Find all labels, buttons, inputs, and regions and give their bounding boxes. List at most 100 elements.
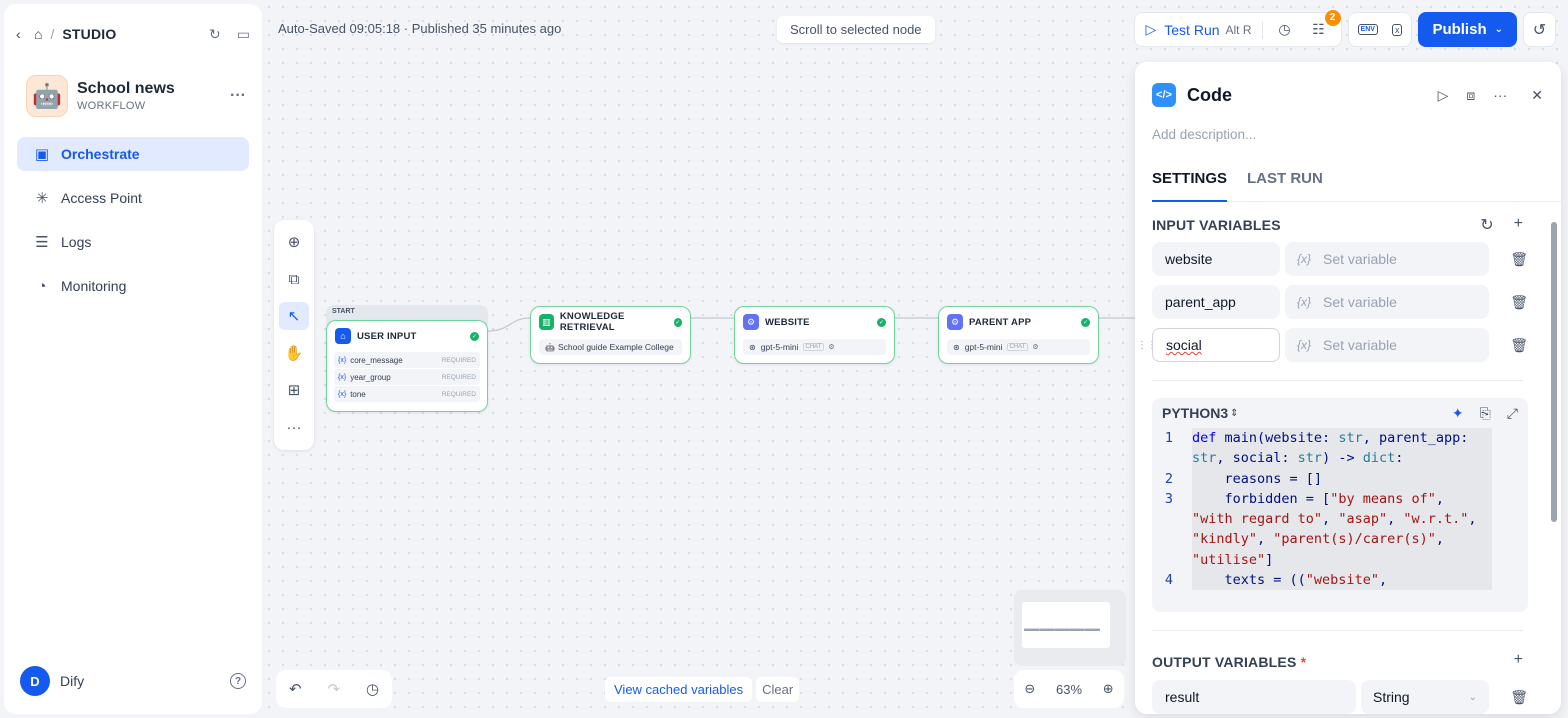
panel-title[interactable]: Code xyxy=(1187,85,1232,106)
back-chevron-icon[interactable]: ‹ xyxy=(16,26,30,42)
trash-icon[interactable]: 🗑 xyxy=(1510,294,1528,311)
sync-icon[interactable]: ↻ xyxy=(1480,215,1493,235)
output-title-text: OUTPUT VARIABLES xyxy=(1152,654,1297,670)
variable-icon[interactable]: x xyxy=(1391,23,1403,36)
sidebar-item-orchestrate[interactable]: ▣ Orchestrate xyxy=(17,137,249,171)
user-name[interactable]: Dify xyxy=(60,673,84,689)
copy-icon[interactable]: ⎘ xyxy=(1480,405,1491,422)
trash-icon[interactable]: 🗑 xyxy=(1510,689,1528,706)
account-area: D Dify ? xyxy=(20,666,246,696)
tab-settings[interactable]: SETTINGS xyxy=(1152,170,1228,202)
more-icon[interactable]: ··· xyxy=(230,87,246,105)
zoom-in-icon[interactable]: ⊕ xyxy=(1103,681,1114,697)
minimap[interactable]: ▬▬ ▬▬ ▬▬ ▬▬ ▬▬ xyxy=(1014,590,1126,666)
more-icon[interactable]: ··· xyxy=(1493,87,1507,103)
play-icon[interactable]: ▷ xyxy=(1145,21,1156,38)
checklist-icon[interactable]: ☷ 2 xyxy=(1307,9,1341,42)
hand-icon[interactable]: ✋ xyxy=(279,339,309,367)
variable-icon: {x} xyxy=(1297,295,1312,309)
more-icon[interactable]: ··· xyxy=(279,413,309,441)
app-info[interactable]: 🤖 School news WORKFLOW ··· xyxy=(26,73,246,119)
parent-app-node[interactable]: ⚙ PARENT APP ✓ ⊛ gpt-5-mini CHAT ⚙ xyxy=(938,306,1099,364)
close-icon[interactable]: ✕ xyxy=(1531,87,1543,104)
description-input[interactable]: Add description... xyxy=(1152,127,1256,142)
checklist-count-badge: 2 xyxy=(1324,9,1341,26)
pointer-icon[interactable]: ↖ xyxy=(279,302,309,330)
add-node-icon[interactable]: ⊕ xyxy=(279,228,309,256)
help-book-icon[interactable]: ⧈ xyxy=(1466,87,1475,104)
logs-icon: ☰ xyxy=(35,234,49,251)
variable-name-field[interactable]: social xyxy=(1152,328,1280,362)
output-name-field[interactable]: result xyxy=(1152,680,1356,714)
app-type: WORKFLOW xyxy=(77,100,146,112)
variable-selector[interactable]: {x} Set variable xyxy=(1285,242,1489,276)
code-line-text: def main(website: str, parent_app: str, … xyxy=(1192,428,1492,469)
undo-icon[interactable]: ↶ xyxy=(289,680,302,698)
model-name: gpt-5-mini xyxy=(964,342,1003,352)
ai-generate-icon[interactable]: ✦ xyxy=(1452,405,1464,422)
variable-name-field[interactable]: parent_app xyxy=(1152,285,1280,319)
run-history-icon[interactable]: ◷ xyxy=(1273,18,1297,42)
redo-icon[interactable]: ↷ xyxy=(327,680,340,698)
code-content[interactable]: 1 def main(website: str, parent_app: str,… xyxy=(1152,428,1528,591)
collapse-sidebar-icon[interactable]: ▭ xyxy=(237,26,250,43)
help-icon[interactable]: ? xyxy=(230,673,246,689)
sidebar-item-access-point[interactable]: ✳ Access Point xyxy=(17,181,249,215)
variable-selector[interactable]: {x} Set variable xyxy=(1285,285,1489,319)
publish-button[interactable]: Publish ⌄ xyxy=(1418,12,1517,47)
user-input-node[interactable]: ⌂ USER INPUT ✓ {x} core_message REQUIRED {… xyxy=(326,320,488,412)
run-node-icon[interactable]: ▷ xyxy=(1438,87,1449,104)
clear-button[interactable]: Clear xyxy=(756,677,800,702)
orchestrate-icon: ▣ xyxy=(34,146,50,163)
view-cached-variables-button[interactable]: View cached variables xyxy=(605,677,753,702)
panel-scrollbar[interactable] xyxy=(1551,222,1557,522)
scroll-to-selected-button[interactable]: Scroll to selected node xyxy=(777,16,935,43)
chevron-updown-icon[interactable]: ⇕ xyxy=(1230,408,1238,419)
zoom-out-icon[interactable]: ⊖ xyxy=(1024,681,1035,697)
organize-blocks-icon[interactable]: ⊞ xyxy=(279,376,309,404)
output-variable-row: result String ⌄ 🗑 xyxy=(1152,680,1528,714)
panel-header: </> Code ▷ ⧈ ··· ✕ xyxy=(1152,82,1543,108)
add-icon[interactable]: + xyxy=(1514,215,1523,235)
home-icon[interactable]: ⌂ xyxy=(34,26,42,42)
test-run-button[interactable]: Test Run xyxy=(1164,22,1219,38)
input-variables-title: INPUT VARIABLES xyxy=(1152,217,1281,233)
code-editor[interactable]: PYTHON3 ⇕ ✦ ⎘ ⤢ 1 def main(website: str, … xyxy=(1152,398,1528,612)
line-number: 3 xyxy=(1164,490,1174,507)
zoom-level[interactable]: 63% xyxy=(1056,682,1082,697)
dataset-name: School guide Example College xyxy=(557,342,674,352)
version-history-button[interactable]: ↺ xyxy=(1523,12,1556,47)
knowledge-retrieval-node[interactable]: ▥ KNOWLEDGE RETRIEVAL ✓ 🤖 School guide Ex… xyxy=(530,306,691,364)
sidebar-item-label: Access Point xyxy=(61,190,142,206)
refresh-icon[interactable]: ↻ xyxy=(209,26,221,43)
variable-placeholder: Set variable xyxy=(1323,251,1397,267)
tab-last-run[interactable]: LAST RUN xyxy=(1247,170,1323,202)
variable-name-field[interactable]: website xyxy=(1152,242,1280,276)
sidebar-item-monitoring[interactable]: ◔ Monitoring xyxy=(17,269,249,303)
sidebar-item-label: Orchestrate xyxy=(61,146,140,162)
sidebar-nav: ▣ Orchestrate ✳ Access Point ☰ Logs ◔ Mo… xyxy=(17,137,249,313)
robot-icon: 🤖 xyxy=(26,75,68,117)
avatar[interactable]: D xyxy=(20,666,50,696)
env-group: ENV x xyxy=(1347,12,1413,47)
add-icon[interactable]: + xyxy=(1514,651,1523,669)
node-title: USER INPUT xyxy=(357,330,417,342)
variable-selector[interactable]: {x} Set variable xyxy=(1285,328,1489,362)
required-tag: REQUIRED xyxy=(441,390,476,398)
history-icon[interactable]: ◷ xyxy=(366,680,379,698)
language-selector[interactable]: PYTHON3 xyxy=(1162,405,1228,421)
sidebar-item-logs[interactable]: ☰ Logs xyxy=(17,225,249,259)
breadcrumb-studio[interactable]: STUDIO xyxy=(62,26,116,42)
add-note-icon[interactable]: ⧉ xyxy=(279,265,309,293)
sidebar-item-label: Logs xyxy=(61,234,92,250)
trash-icon[interactable]: 🗑 xyxy=(1510,337,1528,354)
input-variable-row: website {x} Set variable 🗑 xyxy=(1152,242,1528,276)
output-type-select[interactable]: String ⌄ xyxy=(1361,680,1489,714)
node-title: KNOWLEDGE RETRIEVAL xyxy=(559,311,625,333)
website-node[interactable]: ⚙ WEBSITE ✓ ⊛ gpt-5-mini CHAT ⚙ xyxy=(734,306,895,364)
access-point-icon: ✳ xyxy=(35,190,49,207)
expand-icon[interactable]: ⤢ xyxy=(1507,405,1518,422)
env-variables-icon[interactable]: ENV xyxy=(1357,24,1378,35)
trash-icon[interactable]: 🗑 xyxy=(1510,251,1528,268)
settings-icon: ⚙ xyxy=(828,344,835,351)
